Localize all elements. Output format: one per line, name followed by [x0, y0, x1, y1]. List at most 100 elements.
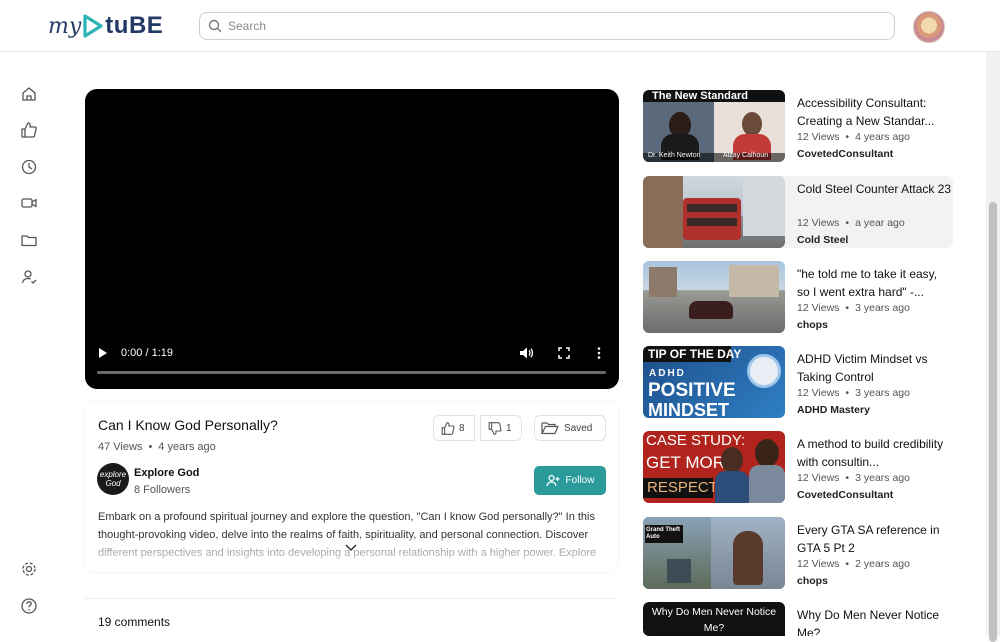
recommendation-item[interactable]: "he told me to take it easy, so I went e…: [643, 261, 953, 333]
saved-button[interactable]: Saved: [534, 415, 606, 441]
thumbnail-text: Grand Theft Auto: [646, 527, 680, 540]
channel-name[interactable]: chops: [797, 319, 828, 331]
volume-icon[interactable]: [519, 346, 534, 360]
search-icon: [208, 19, 222, 33]
recommendation-meta: 12 Views • a year ago: [797, 217, 905, 229]
search-bar[interactable]: [199, 12, 895, 40]
video-thumbnail[interactable]: The New Standard Dr. Keith Newton Aizay …: [643, 90, 785, 162]
dislike-button[interactable]: 1: [480, 415, 522, 441]
channel-name[interactable]: chops: [797, 575, 828, 587]
user-check-icon[interactable]: [20, 268, 38, 286]
thumbnail-caption: Dr. Keith Newton: [648, 152, 701, 159]
upload-age: 4 years ago: [158, 441, 216, 453]
recommendation-item[interactable]: Why Do Men Never Notice Me? Why Do Men N…: [643, 602, 953, 636]
recommendation-item[interactable]: CASE STUDY: GET MORE RESPECT A method to…: [643, 431, 953, 503]
video-thumbnail[interactable]: CASE STUDY: GET MORE RESPECT: [643, 431, 785, 503]
video-icon[interactable]: [20, 194, 38, 212]
video-thumbnail[interactable]: Grand Theft Auto: [643, 517, 785, 589]
video-info-card: Can I Know God Personally? 47 Views • 4 ye…: [85, 402, 618, 572]
recommendation-meta: 12 Views • 3 years ago: [797, 472, 910, 484]
view-count: 12 Views: [797, 472, 840, 484]
user-plus-icon: [545, 474, 560, 487]
channel-name[interactable]: CovetedConsultant: [797, 489, 893, 501]
channel-avatar-text: explore God: [99, 470, 127, 488]
recommendation-title[interactable]: ADHD Victim Mindset vs Taking Control: [797, 350, 953, 386]
comments-section: 19 comments: [85, 598, 618, 636]
user-avatar[interactable]: [913, 11, 945, 43]
video-thumbnail[interactable]: [643, 261, 785, 333]
recommendation-meta: 12 Views • 3 years ago: [797, 387, 910, 399]
thumbnail-text: MINDSET: [648, 400, 729, 418]
home-icon[interactable]: [20, 85, 38, 103]
recommendation-title[interactable]: Every GTA SA reference in GTA 5 Pt 2: [797, 521, 953, 557]
recommendation-meta: 12 Views • 3 years ago: [797, 302, 910, 314]
recommendation-title[interactable]: Cold Steel Counter Attack 23: [797, 180, 953, 216]
play-logo-icon: [83, 14, 103, 38]
folder-open-icon: [541, 422, 559, 435]
recommendation-title[interactable]: A method to build credibility with consu…: [797, 435, 953, 471]
video-thumbnail[interactable]: [643, 176, 785, 248]
upload-age: a year ago: [855, 217, 905, 229]
thumbnail-text: TIP OF THE DAY: [648, 347, 742, 361]
time-display: 0:00 / 1:19: [121, 347, 173, 359]
more-options-icon[interactable]: [597, 347, 601, 359]
channel-avatar[interactable]: explore God: [97, 463, 129, 495]
upload-age: 2 years ago: [855, 558, 910, 570]
thumbs-up-icon: [441, 421, 455, 435]
channel-name[interactable]: CovetedConsultant: [797, 148, 893, 160]
upload-age: 3 years ago: [855, 387, 910, 399]
fullscreen-icon[interactable]: [558, 347, 570, 359]
dislike-count: 1: [506, 422, 512, 434]
sidebar: [0, 52, 60, 636]
recommendation-item[interactable]: TIP OF THE DAY ADHD POSITIVE MINDSET ADH…: [643, 346, 953, 418]
upload-age: 3 years ago: [855, 472, 910, 484]
top-bar: my tuBE: [0, 0, 1000, 52]
thumbnail-text: ADHD: [649, 368, 686, 379]
view-count: 12 Views: [797, 131, 840, 143]
view-count: 47 Views: [98, 441, 143, 453]
logo-prefix: my: [48, 13, 82, 39]
saved-label: Saved: [564, 422, 593, 434]
recommendation-item[interactable]: Grand Theft Auto Every GTA SA reference …: [643, 517, 953, 589]
recommendation-title[interactable]: Accessibility Consultant: Creating a New…: [797, 94, 953, 130]
recommendation-item[interactable]: Cold Steel Counter Attack 23 12 Views • a …: [643, 176, 953, 248]
logo-suffix: tuBE: [105, 12, 164, 39]
channel-name[interactable]: ADHD Mastery: [797, 404, 870, 416]
like-button[interactable]: 8: [433, 415, 475, 441]
progress-bar[interactable]: [97, 371, 606, 374]
comments-count: 19 comments: [98, 615, 171, 629]
folder-icon[interactable]: [20, 231, 38, 249]
view-count: 12 Views: [797, 217, 840, 229]
help-icon[interactable]: [20, 597, 38, 615]
like-count: 8: [459, 422, 465, 434]
play-icon[interactable]: [98, 347, 108, 359]
follower-count: 8 Followers: [134, 484, 191, 496]
thumbnail-text: The New Standard: [652, 90, 748, 102]
app-logo[interactable]: my tuBE: [48, 11, 163, 41]
channel-name[interactable]: Cold Steel: [797, 234, 848, 246]
thumbnail-text: Why Do Men Never Notice Me?: [651, 606, 777, 634]
search-input[interactable]: [228, 19, 828, 33]
upload-age: 4 years ago: [855, 131, 910, 143]
scrollbar[interactable]: [986, 52, 1000, 642]
channel-name[interactable]: Explore God: [134, 467, 199, 479]
thumbs-down-icon: [488, 421, 502, 435]
follow-label: Follow: [565, 475, 595, 486]
settings-icon[interactable]: [20, 560, 38, 578]
thumbnail-caption: Aizay Calhoun: [723, 152, 769, 159]
view-count: 12 Views: [797, 302, 840, 314]
thumbnail-text: RESPECT: [647, 479, 718, 496]
view-count: 12 Views: [797, 387, 840, 399]
video-thumbnail[interactable]: Why Do Men Never Notice Me?: [643, 602, 785, 636]
scrollbar-thumb[interactable]: [989, 202, 997, 642]
thumbs-up-icon[interactable]: [20, 121, 38, 139]
follow-button[interactable]: Follow: [534, 466, 606, 495]
recommendation-item[interactable]: The New Standard Dr. Keith Newton Aizay …: [643, 90, 953, 162]
recommendation-title[interactable]: "he told me to take it easy, so I went e…: [797, 265, 953, 301]
history-icon[interactable]: [20, 158, 38, 176]
video-meta: 47 Views • 4 years ago: [98, 441, 216, 453]
video-thumbnail[interactable]: TIP OF THE DAY ADHD POSITIVE MINDSET: [643, 346, 785, 418]
recommendation-title[interactable]: Why Do Men Never Notice Me?: [797, 606, 953, 636]
video-player[interactable]: 0:00 / 1:19: [85, 89, 619, 389]
chevron-down-icon[interactable]: [343, 540, 359, 556]
